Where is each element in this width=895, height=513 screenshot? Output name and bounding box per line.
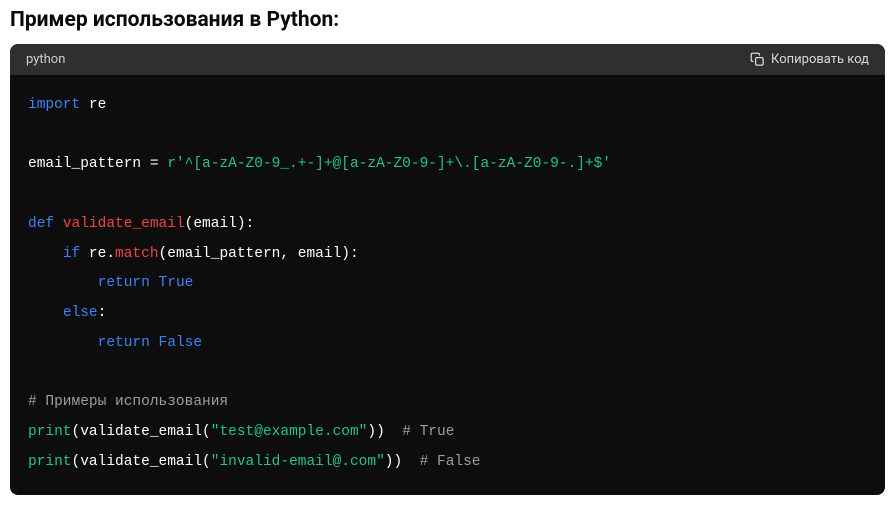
code-token: import — [28, 97, 89, 113]
copy-code-button[interactable]: Копировать код — [750, 52, 869, 67]
code-token: )) — [385, 454, 420, 470]
code-token: "test@example.com" — [211, 424, 368, 440]
code-token — [28, 246, 63, 262]
clipboard-icon — [750, 52, 765, 67]
code-token: # False — [420, 454, 481, 470]
code-token: (email_pattern, email): — [159, 246, 359, 262]
code-token: else — [63, 305, 98, 321]
code-body[interactable]: import re email_pattern = r'^[a-zA-Z0-9_… — [10, 75, 885, 495]
code-header: python Копировать код — [10, 44, 885, 75]
code-token: ): — [237, 216, 254, 232]
section-heading: Пример использования в Python: — [10, 8, 885, 32]
code-token: ( — [202, 424, 211, 440]
code-token: : — [98, 305, 107, 321]
code-token: ( — [72, 424, 81, 440]
code-token: True — [159, 275, 194, 291]
code-token: return — [98, 335, 159, 351]
code-token: def — [28, 216, 63, 232]
code-token: return — [98, 275, 159, 291]
code-token: print — [28, 424, 72, 440]
code-token: email — [193, 216, 237, 232]
code-token: ( — [72, 454, 81, 470]
code-token: "invalid-email@.com" — [211, 454, 385, 470]
code-token: # Примеры использования — [28, 394, 228, 410]
code-token: r'^[a-zA-Z0-9_.+-]+@[a-zA-Z0-9-]+\.[a-zA… — [167, 156, 611, 172]
code-token: email_pattern = — [28, 156, 167, 172]
code-token — [28, 305, 63, 321]
code-token: if — [63, 246, 89, 262]
code-token: re. — [89, 246, 115, 262]
code-token: )) — [367, 424, 402, 440]
code-language-label: python — [26, 52, 65, 67]
copy-code-label: Копировать код — [771, 52, 869, 67]
code-token: re — [89, 97, 106, 113]
code-token: match — [115, 246, 159, 262]
code-token: validate_email — [80, 454, 202, 470]
code-block: python Копировать код import re email_pa… — [10, 44, 885, 495]
code-token: # True — [402, 424, 454, 440]
code-token: print — [28, 454, 72, 470]
code-token: validate_email — [80, 424, 202, 440]
code-token — [28, 275, 98, 291]
code-token — [28, 335, 98, 351]
code-token: validate_email — [63, 216, 185, 232]
code-token: False — [159, 335, 203, 351]
code-token: ( — [202, 454, 211, 470]
